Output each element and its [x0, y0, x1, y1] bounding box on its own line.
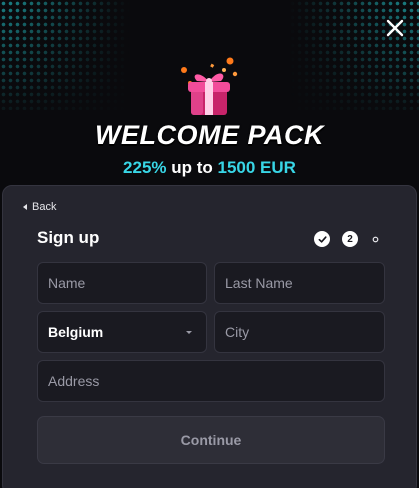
chevron-down-icon	[186, 331, 192, 334]
offer-mid-text: up to	[166, 158, 218, 177]
gift-icon	[181, 57, 238, 115]
step-3-circle	[372, 236, 378, 242]
welcome-headline: WELCOME PACK	[95, 120, 324, 150]
close-button[interactable]	[383, 16, 407, 40]
back-link[interactable]: Back	[23, 201, 56, 213]
city-field[interactable]: City	[214, 311, 385, 353]
back-arrow-icon	[23, 204, 27, 210]
step-3-todo	[370, 231, 380, 247]
offer-amount: 1500 EUR	[217, 158, 296, 177]
offer-text: 225% up to 1500 EUR	[0, 158, 419, 178]
welcome-modal: WELCOME PACK 225% up to 1500 EUR Back Si…	[0, 0, 419, 488]
step-indicator: 2	[314, 231, 380, 247]
name-field[interactable]: Name	[37, 262, 207, 304]
close-icon	[386, 19, 404, 37]
back-label: Back	[32, 201, 57, 213]
last-name-field[interactable]: Last Name	[214, 262, 385, 304]
continue-button[interactable]: Continue	[37, 416, 385, 464]
offer-percent: 225%	[123, 158, 167, 177]
address-field[interactable]: Address	[37, 360, 385, 402]
country-select[interactable]: Belgium	[37, 311, 207, 353]
country-value: Belgium	[48, 324, 104, 340]
step-2-current: 2	[342, 231, 358, 247]
page-title: Sign up	[37, 228, 100, 247]
signup-card: Back Sign up 2 Name Last Name Belgium Ci…	[2, 185, 417, 488]
check-icon	[318, 235, 327, 243]
step-1-done	[314, 231, 330, 247]
